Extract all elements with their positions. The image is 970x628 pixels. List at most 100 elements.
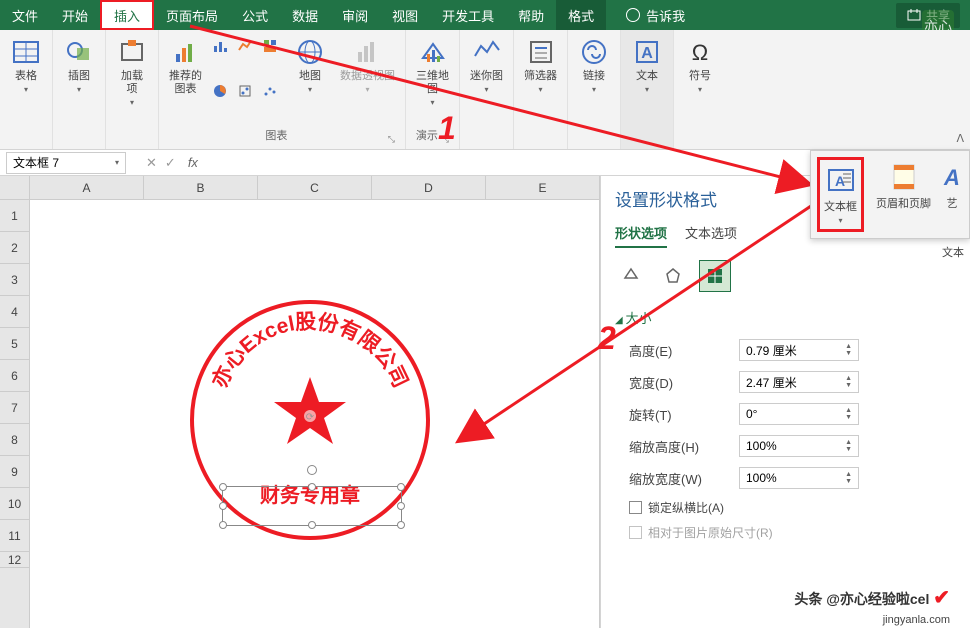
- dropdown-arrow-icon: ▾: [77, 85, 81, 94]
- cancel-icon[interactable]: ✕: [146, 155, 157, 171]
- row-header[interactable]: 9: [0, 456, 29, 488]
- col-header[interactable]: E: [486, 176, 600, 199]
- tell-me[interactable]: 告诉我: [626, 6, 685, 25]
- wordart-button[interactable]: A 艺: [943, 157, 961, 232]
- textbox-button[interactable]: A 文本框 ▾: [817, 157, 864, 232]
- dropdown-arrow-icon: ▾: [592, 85, 596, 94]
- resize-handle[interactable]: [308, 521, 316, 529]
- row-header[interactable]: 8: [0, 424, 29, 456]
- hierarchy-chart-icon[interactable]: [262, 38, 278, 54]
- shape-options-tab[interactable]: 形状选项: [615, 223, 667, 248]
- row-header[interactable]: 6: [0, 360, 29, 392]
- col-header[interactable]: C: [258, 176, 372, 199]
- menu-home[interactable]: 开始: [50, 0, 100, 30]
- menu-formula[interactable]: 公式: [230, 0, 280, 30]
- bar-chart-icon[interactable]: [212, 38, 228, 54]
- spinner-icon[interactable]: ▲▼: [845, 343, 852, 357]
- cells-area[interactable]: 亦心Excel股份有限公司 ⟳ 财务专用章: [30, 200, 600, 628]
- menu-layout[interactable]: 页面布局: [154, 0, 230, 30]
- pie-chart-icon[interactable]: [212, 83, 228, 99]
- rotate-handle[interactable]: [307, 465, 317, 475]
- ribbon-group-symbols: Ω 符号 ▾: [674, 30, 726, 149]
- text-options-tab[interactable]: 文本选项: [685, 223, 737, 248]
- spinner-icon[interactable]: ▲▼: [845, 375, 852, 389]
- row-header[interactable]: 11: [0, 520, 29, 552]
- expand-icon[interactable]: ⤡: [388, 134, 399, 145]
- addin-button[interactable]: 加载 项 ▾: [112, 34, 152, 109]
- line-chart-icon[interactable]: [237, 38, 253, 54]
- table-button[interactable]: 表格 ▾: [6, 34, 46, 96]
- link-button[interactable]: 链接 ▾: [574, 34, 614, 96]
- rotation-row: 旋转(T) 0°▲▼: [615, 403, 956, 425]
- slicer-icon: [525, 36, 557, 68]
- spinner-icon[interactable]: ▲▼: [845, 407, 852, 421]
- fill-line-icon[interactable]: [615, 260, 647, 292]
- pivot-chart-button[interactable]: 数据透视图 ▾: [336, 34, 399, 125]
- header-footer-button[interactable]: 页眉和页脚: [872, 157, 935, 232]
- menu-view[interactable]: 视图: [380, 0, 430, 30]
- row-header[interactable]: 4: [0, 296, 29, 328]
- scale-height-row: 缩放高度(H) 100%▲▼: [615, 435, 956, 457]
- effects-icon[interactable]: [657, 260, 689, 292]
- checkbox-icon[interactable]: [629, 501, 642, 514]
- relative-original-row[interactable]: 相对于图片原始尺寸(R): [615, 524, 956, 541]
- spinner-icon[interactable]: ▲▼: [845, 471, 852, 485]
- resize-handle[interactable]: [397, 483, 405, 491]
- lock-aspect-row[interactable]: 锁定纵横比(A): [615, 499, 956, 516]
- text-icon: A: [631, 36, 663, 68]
- wordart-icon: A: [943, 161, 961, 193]
- stats-chart-icon[interactable]: [237, 83, 253, 99]
- name-box-value: 文本框 7: [13, 154, 59, 171]
- col-header[interactable]: D: [372, 176, 486, 199]
- illustration-button[interactable]: 插图 ▾: [59, 34, 99, 96]
- 3d-map-button[interactable]: 三维地 图 ▾: [412, 34, 453, 109]
- dropdown-arrow-icon: ▾: [24, 85, 28, 94]
- height-input[interactable]: 0.79 厘米▲▼: [739, 339, 859, 361]
- row-header[interactable]: 12: [0, 552, 29, 568]
- scale-width-input[interactable]: 100%▲▼: [739, 467, 859, 489]
- checkbox-icon: [629, 526, 642, 539]
- textbox-selection[interactable]: [222, 486, 402, 526]
- text-group-caption: 文本: [942, 244, 964, 260]
- symbol-button[interactable]: Ω 符号 ▾: [680, 34, 720, 96]
- menu-file[interactable]: 文件: [0, 0, 50, 30]
- lock-aspect-label: 锁定纵横比(A): [648, 499, 724, 516]
- scatter-chart-icon[interactable]: [262, 83, 278, 99]
- resize-handle[interactable]: [219, 502, 227, 510]
- menu-dev[interactable]: 开发工具: [430, 0, 506, 30]
- dropdown-arrow-icon: ▾: [538, 85, 542, 94]
- recommended-charts-button[interactable]: 推荐的 图表: [165, 34, 206, 125]
- menu-help[interactable]: 帮助: [506, 0, 556, 30]
- collapse-ribbon-icon[interactable]: ᐱ: [956, 132, 964, 145]
- row-header[interactable]: 5: [0, 328, 29, 360]
- size-section-title[interactable]: 大小: [615, 308, 956, 327]
- rotation-input[interactable]: 0°▲▼: [739, 403, 859, 425]
- size-props-icon[interactable]: [699, 260, 731, 292]
- resize-handle[interactable]: [219, 483, 227, 491]
- resize-handle[interactable]: [397, 521, 405, 529]
- map-button[interactable]: 地图 ▾: [290, 34, 330, 125]
- row-header[interactable]: 2: [0, 232, 29, 264]
- scale-height-input[interactable]: 100%▲▼: [739, 435, 859, 457]
- col-header[interactable]: B: [144, 176, 258, 199]
- menu-format[interactable]: 格式: [556, 0, 606, 30]
- spinner-icon[interactable]: ▲▼: [845, 439, 852, 453]
- resize-handle[interactable]: [308, 483, 316, 491]
- select-all-corner[interactable]: [0, 176, 30, 200]
- row-header[interactable]: 1: [0, 200, 29, 232]
- filter-button[interactable]: 筛选器 ▾: [520, 34, 561, 96]
- resize-handle[interactable]: [219, 521, 227, 529]
- row-header[interactable]: 3: [0, 264, 29, 296]
- resize-handle[interactable]: [397, 502, 405, 510]
- width-input[interactable]: 2.47 厘米▲▼: [739, 371, 859, 393]
- sparkline-button[interactable]: 迷你图 ▾: [466, 34, 507, 96]
- row-header[interactable]: 10: [0, 488, 29, 520]
- menu-data[interactable]: 数据: [280, 0, 330, 30]
- menu-insert[interactable]: 插入: [100, 0, 154, 30]
- confirm-icon[interactable]: ✓: [165, 155, 176, 171]
- name-box[interactable]: 文本框 7 ▾: [6, 152, 126, 174]
- menu-review[interactable]: 审阅: [330, 0, 380, 30]
- text-button[interactable]: A 文本 ▾: [627, 34, 667, 96]
- row-header[interactable]: 7: [0, 392, 29, 424]
- col-header[interactable]: A: [30, 176, 144, 199]
